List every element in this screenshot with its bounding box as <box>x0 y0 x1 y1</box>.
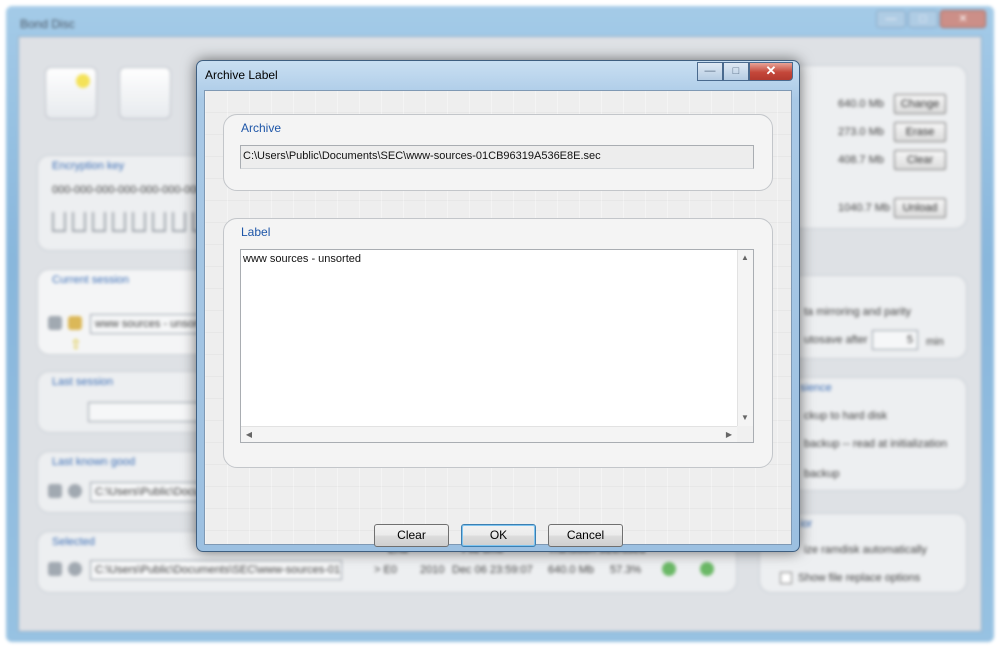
selected-cell: Dec 06 23:59:07 <box>452 564 533 576</box>
archive-group: Archive C:\Users\Public\Documents\SEC\ww… <box>223 114 773 191</box>
encryption-key-boxes[interactable] <box>52 212 212 235</box>
autosave-label: utosave after <box>804 334 868 346</box>
lkg-restore-icon[interactable] <box>68 484 82 498</box>
label-textarea[interactable]: www sources - unsorted ▲ ▼ ◀ ▶ <box>240 249 754 443</box>
main-minimize-button[interactable]: — <box>876 10 906 28</box>
selected-restore-icon[interactable] <box>68 562 82 576</box>
scroll-up-icon[interactable]: ▲ <box>737 250 753 266</box>
clear-main-button[interactable]: Clear <box>894 150 946 170</box>
archive-group-title: Archive <box>241 121 282 135</box>
scroll-right-icon[interactable]: ▶ <box>721 427 737 443</box>
selected-path-field[interactable]: C:\Users\Public\Documents\SEC\www-source… <box>90 560 342 580</box>
selected-cell: > E0 <box>374 564 397 576</box>
session-disk-icon[interactable] <box>48 316 62 330</box>
scrollbar-corner <box>737 426 753 442</box>
edit-label-icon[interactable] <box>68 316 82 330</box>
persistence-option[interactable]: backup -- read at initialization <box>804 438 947 450</box>
cancel-button[interactable]: Cancel <box>548 524 623 547</box>
unload-button[interactable]: Unload <box>894 198 946 218</box>
selected-cell: 2010 <box>420 564 445 576</box>
disk-settings-tile-icon[interactable] <box>119 67 171 119</box>
status-ok-icon <box>662 562 676 576</box>
label-vertical-scrollbar[interactable]: ▲ ▼ <box>737 250 753 426</box>
sync-icon[interactable] <box>700 562 714 576</box>
selected-cell: 640.0 Mb <box>548 564 594 576</box>
new-disk-tile-icon[interactable] <box>45 67 97 119</box>
last-known-good-title: Last known good <box>52 456 136 468</box>
archive-label-dialog: Archive Label — □ ✕ Archive C:\Users\Pub… <box>196 60 800 552</box>
label-horizontal-scrollbar[interactable]: ◀ ▶ <box>241 426 737 442</box>
upload-arrow-icon[interactable]: ⇧ <box>70 336 82 353</box>
lkg-disk-icon[interactable] <box>48 484 62 498</box>
erase-button[interactable]: Erase <box>894 122 946 142</box>
dialog-title: Archive Label <box>205 68 278 82</box>
persistence-option[interactable]: ckup to hard disk <box>804 410 887 422</box>
ok-button[interactable]: OK <box>461 524 536 547</box>
main-close-button[interactable]: ✕ <box>940 10 986 28</box>
label-text[interactable]: www sources - unsorted <box>242 252 737 426</box>
size-value: 408.7 Mb <box>838 154 884 166</box>
archive-path-field[interactable]: C:\Users\Public\Documents\SEC\www-source… <box>240 145 754 169</box>
show-replace-checkbox[interactable] <box>780 572 792 584</box>
encryption-key-title: Encryption key <box>52 160 125 172</box>
mirroring-option[interactable]: ta mirroring and parity <box>804 306 911 318</box>
dialog-client-area: Archive C:\Users\Public\Documents\SEC\ww… <box>204 90 792 547</box>
size-value: 640.0 Mb <box>838 98 884 110</box>
current-session-title: Current session <box>52 274 130 286</box>
behaviour-option[interactable]: ize ramdisk automatically <box>804 544 927 556</box>
behaviour-title: ior <box>800 518 813 530</box>
main-caption-buttons: — □ ✕ <box>876 10 986 28</box>
last-session-title: Last session <box>52 376 114 388</box>
label-group: Label www sources - unsorted ▲ ▼ ◀ ▶ <box>223 218 773 468</box>
encryption-key-value: 000-000-000-000-000-000-000- <box>52 184 207 196</box>
dialog-maximize-button[interactable]: □ <box>723 62 749 81</box>
selected-disk-icon[interactable] <box>48 562 62 576</box>
selected-title: Selected <box>52 536 95 548</box>
dialog-caption-buttons: — □ ✕ <box>697 62 793 81</box>
label-group-title: Label <box>241 225 271 239</box>
dialog-close-button[interactable]: ✕ <box>749 62 793 81</box>
autosave-unit: min <box>926 336 944 348</box>
scroll-down-icon[interactable]: ▼ <box>737 410 753 426</box>
main-window-title: Bond Disc <box>20 17 75 31</box>
persistence-title: sience <box>800 382 832 394</box>
scroll-left-icon[interactable]: ◀ <box>241 427 257 443</box>
selected-cell: 57.3% <box>610 564 642 576</box>
main-maximize-button[interactable]: □ <box>908 10 938 28</box>
dialog-minimize-button[interactable]: — <box>697 62 723 81</box>
change-button[interactable]: Change <box>894 94 946 114</box>
behaviour-option[interactable]: Show file replace options <box>798 572 920 584</box>
clear-button[interactable]: Clear <box>374 524 449 547</box>
autosave-minutes-field[interactable]: 5 <box>872 330 918 350</box>
size-value: 273.0 Mb <box>838 126 884 138</box>
persistence-option[interactable]: backup <box>804 468 839 480</box>
size-value: 1040.7 Mb <box>838 202 890 214</box>
